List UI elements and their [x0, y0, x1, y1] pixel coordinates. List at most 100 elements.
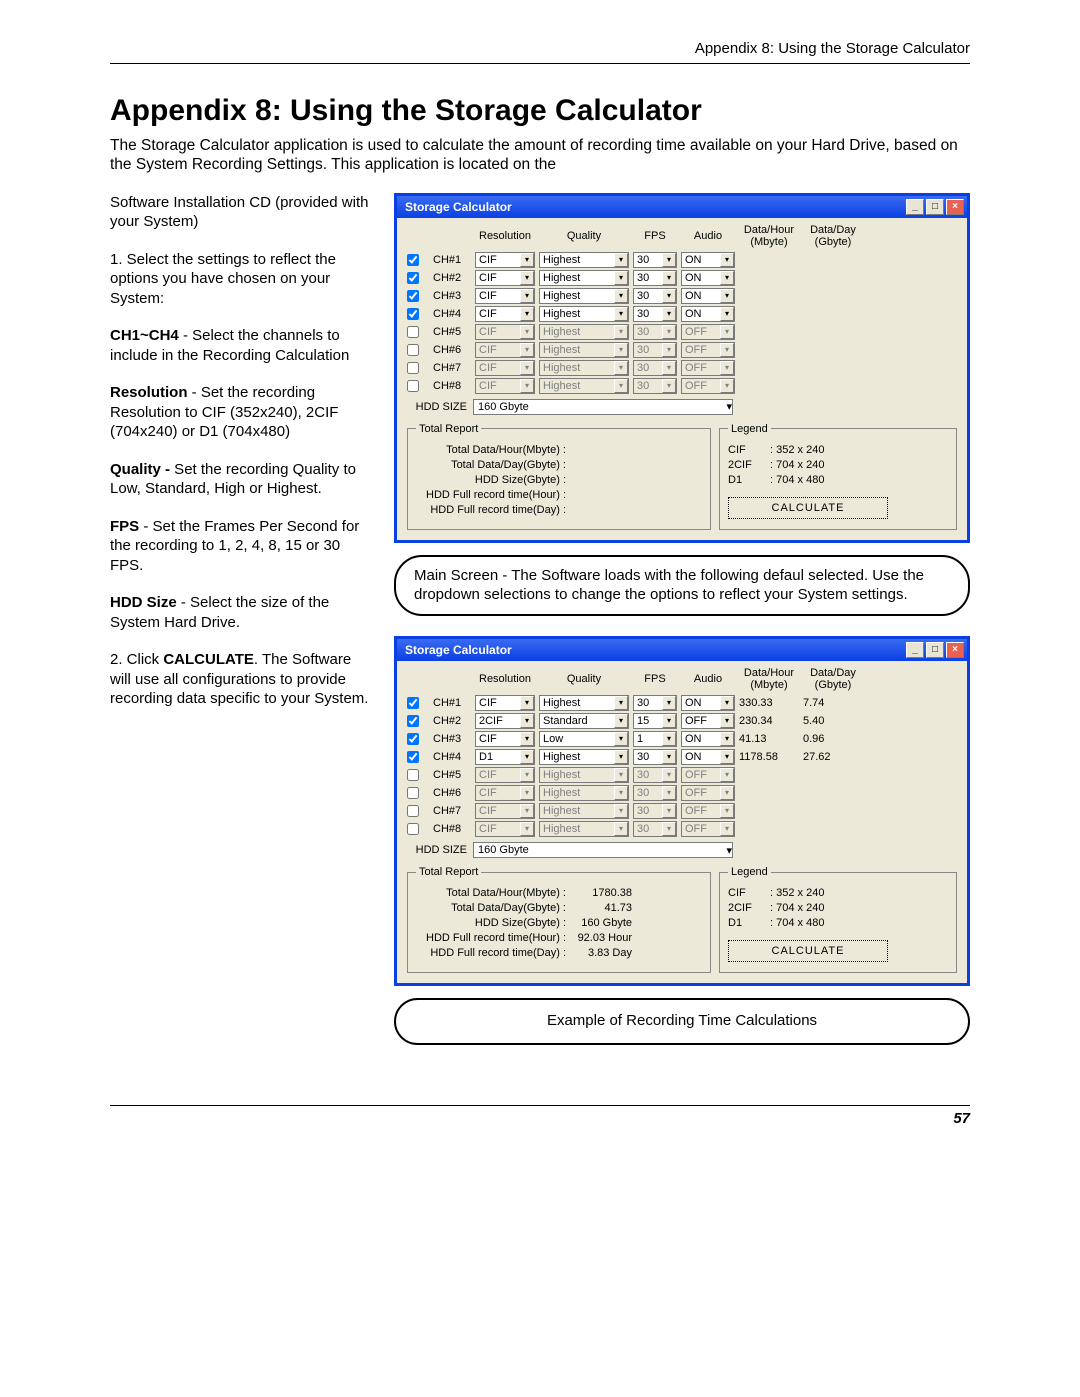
resolution-select[interactable]: CIF▾: [475, 306, 535, 322]
left-p4: Resolution - Set the recording Resolutio…: [110, 383, 370, 442]
channel-checkbox[interactable]: [407, 733, 419, 745]
chevron-down-icon: ▾: [662, 253, 676, 267]
channel-checkbox[interactable]: [407, 272, 419, 284]
chevron-down-icon: ▾: [726, 844, 732, 857]
channel-checkbox[interactable]: [407, 254, 419, 266]
fps-select[interactable]: 30▾: [633, 288, 677, 304]
audio-select[interactable]: ON▾: [681, 270, 735, 286]
resolution-select[interactable]: CIF▾: [475, 288, 535, 304]
fps-select[interactable]: 1▾: [633, 731, 677, 747]
audio-select[interactable]: ON▾: [681, 252, 735, 268]
resolution-select[interactable]: CIF▾: [475, 270, 535, 286]
storage-calculator-window-2: Storage Calculator _ □ × Resolution Qual…: [394, 636, 970, 986]
quality-select[interactable]: Highest▾: [539, 306, 629, 322]
chevron-down-icon: ▾: [520, 343, 534, 357]
channel-checkbox[interactable]: [407, 823, 419, 835]
chevron-down-icon: ▾: [614, 361, 628, 375]
close-icon[interactable]: ×: [946, 642, 964, 658]
audio-select[interactable]: ON▾: [681, 306, 735, 322]
data-per-hour: 41.13: [739, 733, 799, 745]
chevron-down-icon: ▾: [720, 750, 734, 764]
channel-checkbox[interactable]: [407, 769, 419, 781]
quality-select[interactable]: Low▾: [539, 731, 629, 747]
fps-select[interactable]: 30▾: [633, 306, 677, 322]
channel-row: CH#6CIF▾Highest▾30▾OFF▾: [407, 341, 957, 359]
chevron-down-icon: ▾: [614, 271, 628, 285]
chevron-down-icon: ▾: [720, 343, 734, 357]
calculate-button[interactable]: CALCULATE: [728, 940, 888, 962]
resolution-select: CIF▾: [475, 803, 535, 819]
quality-select[interactable]: Highest▾: [539, 749, 629, 765]
hdd-size-select[interactable]: 160 Gbyte▾: [473, 399, 733, 415]
channel-checkbox[interactable]: [407, 344, 419, 356]
resolution-select[interactable]: CIF▾: [475, 731, 535, 747]
quality-select[interactable]: Highest▾: [539, 252, 629, 268]
audio-select: OFF▾: [681, 324, 735, 340]
chevron-down-icon: ▾: [662, 804, 676, 818]
channel-checkbox[interactable]: [407, 697, 419, 709]
audio-select[interactable]: ON▾: [681, 288, 735, 304]
resolution-select[interactable]: CIF▾: [475, 252, 535, 268]
channel-checkbox[interactable]: [407, 362, 419, 374]
audio-select[interactable]: ON▾: [681, 695, 735, 711]
minimize-icon[interactable]: _: [906, 642, 924, 658]
channel-checkbox[interactable]: [407, 715, 419, 727]
quality-select[interactable]: Standard▾: [539, 713, 629, 729]
left-p5: Quality - Set the recording Quality to L…: [110, 460, 370, 499]
chevron-down-icon: ▾: [520, 732, 534, 746]
channel-row: CH#6CIF▾Highest▾30▾OFF▾: [407, 784, 957, 802]
chevron-down-icon: ▾: [662, 325, 676, 339]
fps-select[interactable]: 30▾: [633, 252, 677, 268]
minimize-icon[interactable]: _: [906, 199, 924, 215]
hdd-size-select[interactable]: 160 Gbyte▾: [473, 842, 733, 858]
fps-select[interactable]: 15▾: [633, 713, 677, 729]
chevron-down-icon: ▾: [662, 307, 676, 321]
titlebar[interactable]: Storage Calculator _ □ ×: [397, 196, 967, 218]
channel-label: CH#6: [433, 344, 471, 356]
chevron-down-icon: ▾: [662, 379, 676, 393]
channel-checkbox[interactable]: [407, 308, 419, 320]
channel-checkbox[interactable]: [407, 290, 419, 302]
fps-select: 30▾: [633, 785, 677, 801]
left-p3: CH1~CH4 - Select the channels to include…: [110, 326, 370, 365]
audio-select[interactable]: ON▾: [681, 731, 735, 747]
fps-select[interactable]: 30▾: [633, 749, 677, 765]
chevron-down-icon: ▾: [614, 804, 628, 818]
resolution-select[interactable]: D1▾: [475, 749, 535, 765]
intro-paragraph: The Storage Calculator application is us…: [110, 136, 970, 175]
chevron-down-icon: ▾: [662, 714, 676, 728]
quality-select[interactable]: Highest▾: [539, 695, 629, 711]
fps-select[interactable]: 30▾: [633, 695, 677, 711]
resolution-select[interactable]: 2CIF▾: [475, 713, 535, 729]
audio-select: OFF▾: [681, 360, 735, 376]
audio-select[interactable]: OFF▾: [681, 713, 735, 729]
left-p6: FPS - Set the Frames Per Second for the …: [110, 517, 370, 576]
chevron-down-icon: ▾: [662, 732, 676, 746]
fps-select[interactable]: 30▾: [633, 270, 677, 286]
channel-checkbox[interactable]: [407, 326, 419, 338]
channel-checkbox[interactable]: [407, 787, 419, 799]
chevron-down-icon: ▾: [720, 307, 734, 321]
audio-select: OFF▾: [681, 342, 735, 358]
channel-row: CH#1CIF▾Highest▾30▾ON▾: [407, 251, 957, 269]
resolution-select[interactable]: CIF▾: [475, 695, 535, 711]
channel-checkbox[interactable]: [407, 805, 419, 817]
channel-label: CH#6: [433, 787, 471, 799]
column-headers: Resolution Quality FPS Audio Data/Hour (…: [407, 667, 957, 694]
channel-checkbox[interactable]: [407, 380, 419, 392]
channel-checkbox[interactable]: [407, 751, 419, 763]
close-icon[interactable]: ×: [946, 199, 964, 215]
audio-select[interactable]: ON▾: [681, 749, 735, 765]
maximize-icon[interactable]: □: [926, 642, 944, 658]
hdd-size-row: HDD SIZE 160 Gbyte▾: [407, 399, 957, 415]
quality-select[interactable]: Highest▾: [539, 288, 629, 304]
maximize-icon[interactable]: □: [926, 199, 944, 215]
titlebar[interactable]: Storage Calculator _ □ ×: [397, 639, 967, 661]
channel-row: CH#3CIF▾Low▾1▾ON▾41.130.96: [407, 730, 957, 748]
chevron-down-icon: ▾: [520, 289, 534, 303]
header-breadcrumb: Appendix 8: Using the Storage Calculator: [110, 40, 970, 64]
channel-label: CH#7: [433, 362, 471, 374]
quality-select[interactable]: Highest▾: [539, 270, 629, 286]
chevron-down-icon: ▾: [520, 822, 534, 836]
calculate-button[interactable]: CALCULATE: [728, 497, 888, 519]
